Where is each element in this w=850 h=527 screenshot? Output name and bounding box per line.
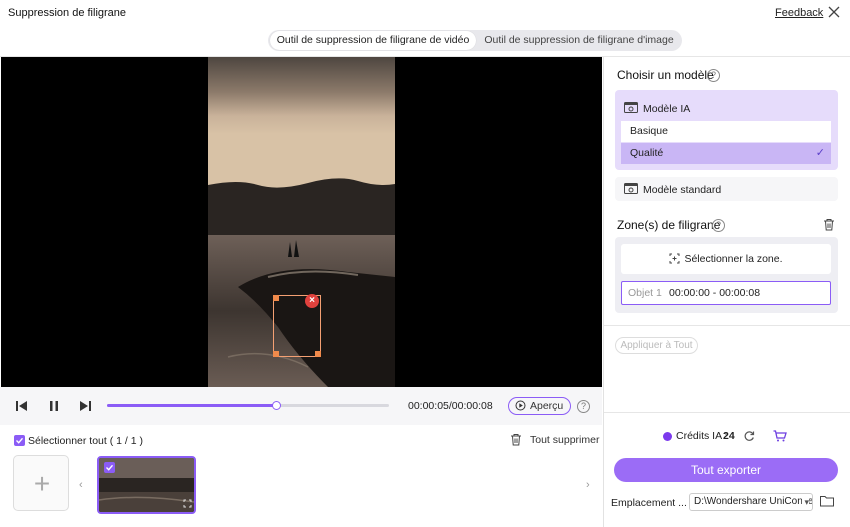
- title-bar: Suppression de filigrane Feedback: [0, 0, 850, 26]
- object-label: Objet 1: [628, 287, 662, 299]
- resize-handle[interactable]: [273, 295, 279, 301]
- option-basique[interactable]: Basique: [621, 121, 831, 142]
- previous-frame-icon[interactable]: [15, 399, 29, 413]
- tab-video-watermark[interactable]: Outil de suppression de filigrane de vid…: [270, 31, 476, 50]
- delete-all-button[interactable]: Tout supprimer: [510, 434, 599, 446]
- remove-zone-icon[interactable]: ×: [305, 294, 319, 308]
- zone-object-row[interactable]: Objet 1 00:00:00 - 00:00:08: [621, 281, 831, 305]
- preview-icon: [515, 400, 526, 411]
- preview-label: Aperçu: [530, 400, 564, 412]
- credits-label: Crédits IA :: [676, 430, 728, 442]
- divider: [604, 412, 850, 413]
- video-preview[interactable]: ×: [1, 57, 602, 387]
- credits-icon: [663, 432, 672, 441]
- tab-image-watermark[interactable]: Outil de suppression de filigrane d'imag…: [478, 31, 680, 50]
- select-zone-icon: [669, 253, 680, 264]
- standard-model-icon: [624, 183, 638, 194]
- add-file-button[interactable]: +: [13, 455, 69, 511]
- credits-value: 24: [723, 430, 735, 442]
- seek-progress: [107, 404, 277, 407]
- model-help-icon[interactable]: ?: [707, 69, 720, 82]
- help-icon[interactable]: ?: [577, 400, 590, 413]
- resize-handle[interactable]: [315, 351, 321, 357]
- option-qualite-label: Qualité: [630, 147, 664, 159]
- cart-icon[interactable]: [773, 430, 787, 442]
- folder-icon[interactable]: [820, 495, 834, 507]
- seek-bar[interactable]: [107, 401, 389, 410]
- chevron-down-icon: ▾: [802, 494, 809, 510]
- model-section-title: Choisir un modèle: [617, 68, 714, 82]
- location-label: Emplacement ...: [611, 497, 687, 509]
- ai-model-label: Modèle IA: [643, 103, 691, 115]
- option-basique-label: Basique: [630, 125, 668, 137]
- next-frame-icon[interactable]: [78, 399, 92, 413]
- feedback-link[interactable]: Feedback: [775, 7, 823, 19]
- close-icon[interactable]: [826, 4, 842, 20]
- delete-all-label: Tout supprimer: [530, 434, 600, 446]
- clear-zones-icon[interactable]: [823, 218, 835, 231]
- location-select[interactable]: D:\Wondershare UniConverter ▾: [689, 493, 813, 511]
- plus-icon: +: [33, 468, 51, 499]
- preview-button[interactable]: Aperçu: [508, 397, 571, 415]
- location-value: D:\Wondershare UniConverter: [694, 496, 813, 507]
- export-all-button[interactable]: Tout exporter: [614, 458, 838, 482]
- apply-all-button[interactable]: Appliquer à Tout: [615, 337, 698, 354]
- trash-icon: [511, 434, 521, 446]
- object-time-range: 00:00:00 - 00:00:08: [669, 287, 761, 299]
- select-all-label: Sélectionner tout ( 1 / 1 ): [28, 435, 143, 447]
- mode-tabs: Outil de suppression de filigrane de vid…: [268, 30, 682, 51]
- video-thumbnail[interactable]: [97, 456, 196, 514]
- app-title: Suppression de filigrane: [8, 7, 127, 19]
- standard-model-label: Modèle standard: [643, 184, 722, 196]
- divider: [604, 325, 850, 326]
- select-zone-label: Sélectionner la zone.: [684, 253, 783, 265]
- pause-icon[interactable]: [47, 399, 61, 413]
- thumbnail-checkbox[interactable]: [104, 462, 115, 473]
- scroll-right-icon[interactable]: ›: [586, 479, 590, 491]
- select-zone-button[interactable]: Sélectionner la zone.: [621, 244, 831, 274]
- select-all-checkbox[interactable]: [14, 435, 25, 446]
- timecode: 00:00:05/00:00:08: [408, 400, 493, 412]
- ai-model-icon: [624, 102, 638, 113]
- zones-help-icon[interactable]: ?: [712, 219, 725, 232]
- scroll-left-icon[interactable]: ‹: [79, 479, 83, 491]
- refresh-icon[interactable]: [743, 430, 755, 442]
- check-icon: ✓: [815, 147, 825, 159]
- panel-divider: [603, 57, 604, 527]
- expand-icon[interactable]: [183, 499, 192, 508]
- option-qualite[interactable]: Qualité ✓: [621, 143, 831, 164]
- zones-title: Zone(s) de filigrane: [617, 218, 721, 232]
- resize-handle[interactable]: [273, 351, 279, 357]
